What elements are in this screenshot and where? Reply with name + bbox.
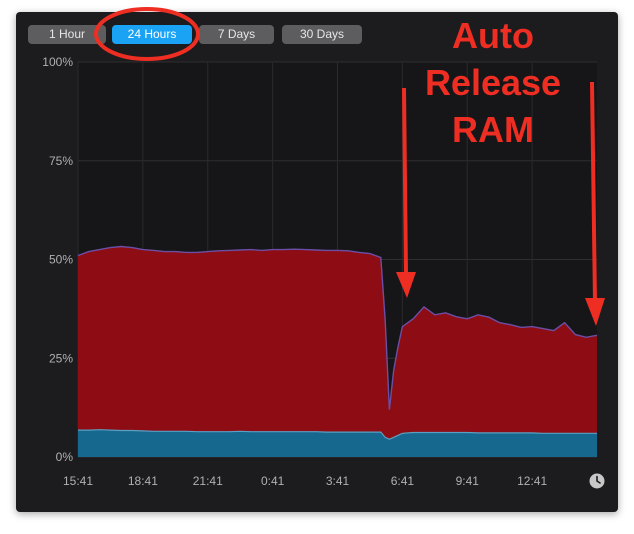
x-tick-label: 12:41 [517,474,547,488]
y-tick-label: 75% [49,154,73,168]
x-tick-label: 15:41 [63,474,93,488]
series-lower-area [78,429,597,457]
y-tick-label: 50% [49,253,73,267]
annotation-text: Auto Release RAM [424,15,562,150]
x-tick-label: 0:41 [261,474,285,488]
y-tick-label: 100% [42,55,73,69]
highlight-circle [94,7,200,61]
x-tick-label: 6:41 [391,474,415,488]
clock-icon[interactable] [589,473,605,489]
y-axis-tick-labels: 100% 75% 50% 25% 0% [42,55,73,464]
x-tick-label: 9:41 [456,474,480,488]
x-axis-tick-labels: 15:41 18:41 21:41 0:41 3:41 6:41 9:41 12:41 [63,474,547,488]
x-tick-label: 3:41 [326,474,350,488]
x-tick-label: 18:41 [128,474,158,488]
x-tick-label: 21:41 [193,474,223,488]
y-tick-label: 25% [49,351,73,365]
y-tick-label: 0% [56,450,74,464]
